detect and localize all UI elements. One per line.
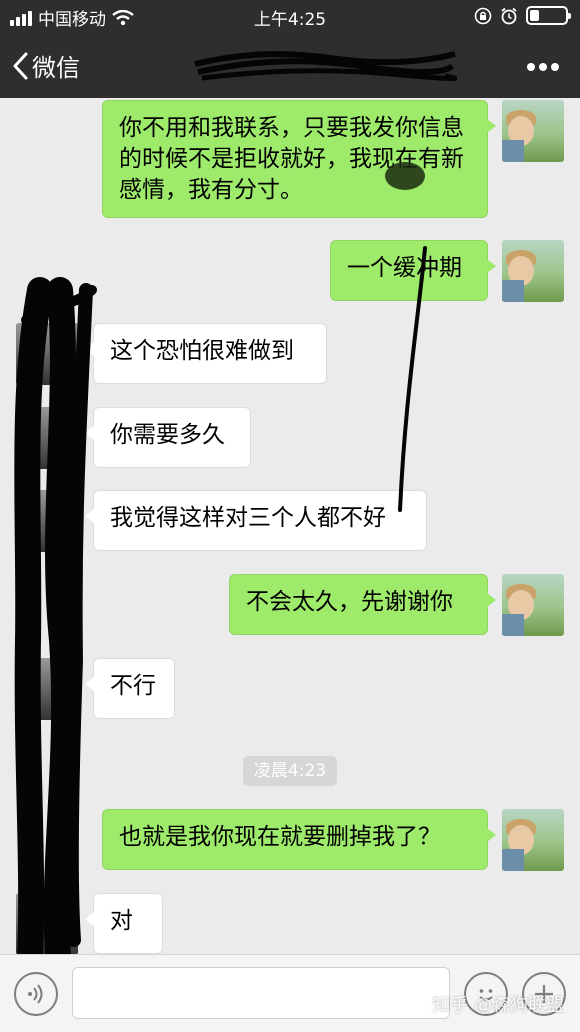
timestamp-label: 凌晨4:23	[243, 756, 337, 786]
status-bar: 中国移动 上午4:25	[0, 0, 580, 32]
avatar-contact[interactable]	[16, 407, 78, 469]
message-input[interactable]	[72, 967, 450, 1019]
avatar-contact[interactable]	[16, 490, 78, 552]
more-dots-icon	[527, 63, 559, 71]
alarm-icon	[501, 7, 517, 24]
outgoing-bubble[interactable]: 你不用和我联系，只要我发你信息的时候不是拒收就好，我现在有新感情，我有分寸。	[102, 100, 496, 218]
avatar-contact[interactable]	[16, 658, 78, 720]
battery-level	[530, 10, 539, 21]
avatar-self[interactable]	[502, 574, 564, 636]
avatar-self[interactable]	[502, 240, 564, 302]
avatar-contact[interactable]	[16, 323, 78, 385]
voice-icon	[28, 984, 43, 1004]
chat-area[interactable]: 你不用和我联系，只要我发你信息的时候不是拒收就好，我现在有新感情，我有分寸。 一…	[0, 98, 580, 954]
back-label: 微信	[32, 54, 80, 82]
back-button[interactable]: 微信	[12, 48, 80, 83]
outgoing-bubble[interactable]: 也就是我你现在就要删掉我了？	[102, 809, 496, 870]
incoming-bubble[interactable]: 对	[85, 893, 163, 954]
incoming-bubble[interactable]: 我觉得这样对三个人都不好	[85, 490, 427, 551]
outgoing-bubble[interactable]: 一个缓冲期	[330, 240, 496, 301]
outgoing-bubble[interactable]: 不会太久，先谢谢你	[229, 574, 496, 635]
input-bar: 知乎 @森狗联盟	[0, 954, 580, 1032]
avatar-self[interactable]	[502, 809, 564, 871]
redaction-scribble-title	[194, 51, 458, 82]
voice-button[interactable]	[14, 972, 58, 1016]
nav-bar: 微信	[0, 32, 580, 98]
chevron-left-icon	[13, 52, 28, 79]
incoming-bubble[interactable]: 不行	[85, 658, 175, 719]
avatar-self[interactable]	[502, 100, 564, 162]
avatar-contact[interactable]	[16, 893, 78, 954]
battery-icon	[526, 6, 571, 25]
more-button[interactable]	[526, 54, 560, 74]
incoming-bubble[interactable]: 你需要多久	[85, 407, 251, 468]
rotation-lock-icon	[474, 7, 492, 24]
watermark: 知乎 @森狗联盟	[432, 995, 564, 1016]
incoming-bubble[interactable]: 这个恐怕很难做到	[85, 323, 327, 384]
status-right	[474, 6, 571, 25]
